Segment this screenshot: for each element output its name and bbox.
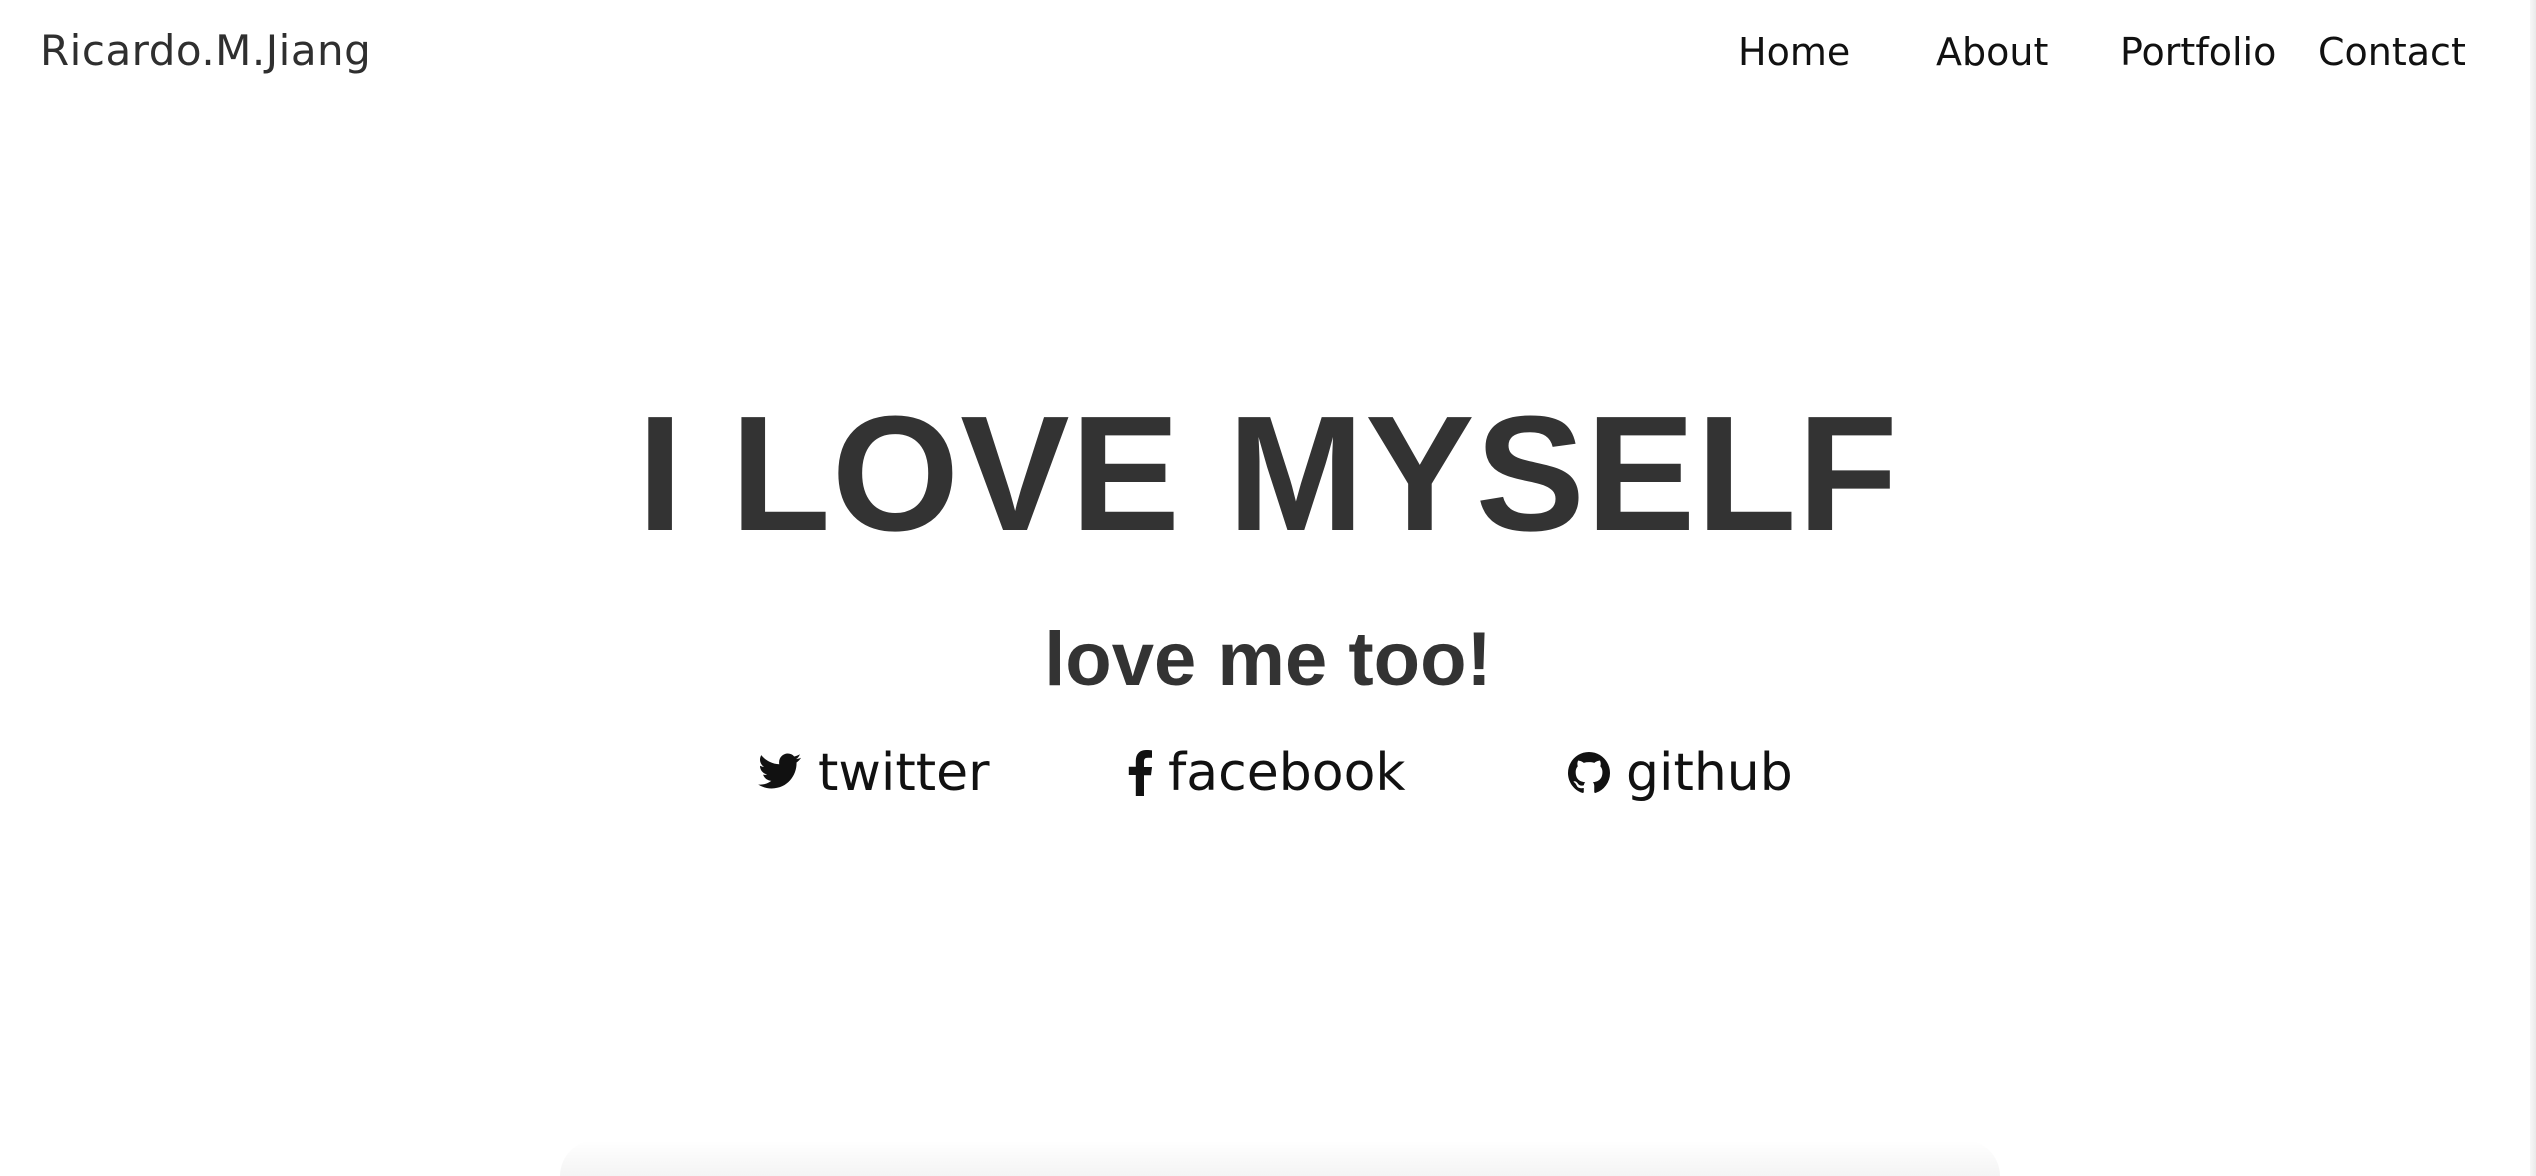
nav-contact-link[interactable]: Contact xyxy=(2318,30,2466,74)
nav-home-link[interactable]: Home xyxy=(1738,30,1850,74)
twitter-link[interactable]: twitter xyxy=(758,738,990,808)
facebook-label: facebook xyxy=(1168,743,1406,803)
page: Ricardo.M.Jiang Home About Portfolio Con… xyxy=(0,0,2536,1176)
nav-about-link[interactable]: About xyxy=(1936,30,2048,74)
twitter-icon xyxy=(758,753,818,793)
github-link[interactable]: github xyxy=(1568,738,1793,808)
github-icon xyxy=(1568,752,1626,794)
facebook-icon xyxy=(1128,750,1168,796)
facebook-link[interactable]: facebook xyxy=(1128,738,1406,808)
content-card-edge xyxy=(560,1140,2000,1176)
hero-title: I LOVE MYSELF xyxy=(637,382,1899,565)
twitter-label: twitter xyxy=(818,743,990,803)
hero-subtitle: love me too! xyxy=(1044,617,1492,702)
scrollbar-track[interactable] xyxy=(2530,0,2536,1176)
github-label: github xyxy=(1626,743,1793,803)
main-nav: Home About Portfolio Contact xyxy=(0,24,2536,84)
nav-portfolio-link[interactable]: Portfolio xyxy=(2120,30,2276,74)
